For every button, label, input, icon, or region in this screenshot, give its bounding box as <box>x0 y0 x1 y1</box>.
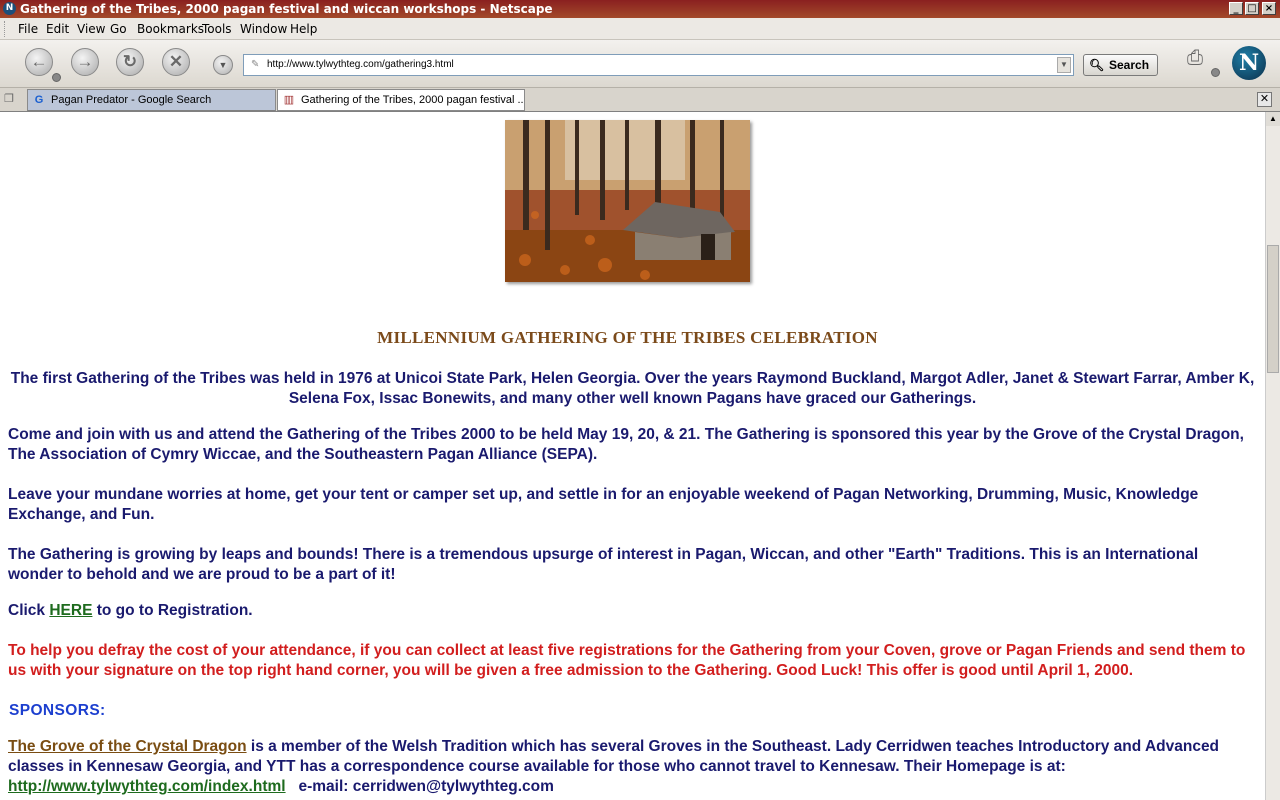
offer-paragraph: To help you defray the cost of your atte… <box>8 642 1246 679</box>
invite-paragraph: Come and join with us and attend the Gat… <box>8 426 1244 463</box>
registration-link[interactable]: HERE <box>49 602 92 619</box>
click-prefix: Click <box>8 602 50 619</box>
url-input[interactable]: http://www.tylwythteg.com/gathering3.htm… <box>267 59 454 70</box>
url-bar[interactable]: ✎ http://www.tylwythteg.com/gathering3.h… <box>243 54 1074 76</box>
window-title-bar: N Gathering of the Tribes, 2000 pagan fe… <box>0 0 1280 18</box>
scroll-thumb[interactable] <box>1267 245 1279 373</box>
search-button[interactable]: 🔍︎ Search <box>1083 54 1158 76</box>
menu-go[interactable]: Go <box>110 22 127 36</box>
scroll-up-icon[interactable]: ▲ <box>1266 112 1280 126</box>
tab-bar: ❐ G Pagan Predator - Google Search ▥ Gat… <box>0 88 1280 112</box>
email-text: e-mail: cerridwen@tylwythteg.com <box>285 778 554 795</box>
url-dropdown-icon[interactable]: ▼ <box>1057 57 1071 73</box>
google-favicon-icon: G <box>34 94 44 106</box>
page-favicon-icon: ▥ <box>283 94 295 106</box>
url-history-dropdown-icon[interactable]: ▼ <box>213 55 233 75</box>
menu-grip <box>4 21 8 37</box>
page-proxy-icon: ✎ <box>251 59 260 70</box>
menu-file[interactable]: File <box>18 22 38 36</box>
menu-bar: File Edit View Go Bookmarks Tools Window… <box>0 18 1280 40</box>
close-tab-icon[interactable]: ✕ <box>1257 92 1272 107</box>
stop-button[interactable]: ✕ <box>162 48 190 76</box>
menu-bookmarks[interactable]: Bookmarks <box>137 22 204 36</box>
window-title: Gathering of the Tribes, 2000 pagan fest… <box>20 2 553 16</box>
tab-gathering[interactable]: ▥ Gathering of the Tribes, 2000 pagan fe… <box>277 89 525 111</box>
menu-window[interactable]: Window <box>240 22 287 36</box>
homepage-link[interactable]: http://www.tylwythteg.com/index.html <box>8 778 286 795</box>
menu-edit[interactable]: Edit <box>46 22 69 36</box>
tab-list-icon[interactable]: ❐ <box>4 92 18 106</box>
menu-tools[interactable]: Tools <box>202 22 232 36</box>
forward-button[interactable]: → <box>71 48 99 76</box>
forest-cabin-illustration <box>505 120 750 282</box>
tab-label: Pagan Predator - Google Search <box>51 94 212 106</box>
vertical-scrollbar[interactable]: ▲ <box>1265 112 1280 800</box>
back-history-dropdown[interactable] <box>52 73 61 82</box>
search-button-label: Search <box>1109 58 1150 72</box>
registration-line: Click HERE to go to Registration. <box>8 601 1256 621</box>
grove-link[interactable]: The Grove of the Crystal Dragon <box>8 738 247 755</box>
back-button[interactable]: ← <box>25 48 53 76</box>
close-window-button[interactable]: × <box>1262 2 1276 15</box>
growth-paragraph: The Gathering is growing by leaps and bo… <box>8 546 1199 583</box>
print-dropdown[interactable] <box>1211 68 1220 77</box>
page-content: MILLENNIUM GATHERING OF THE TRIBES CELEB… <box>0 112 1265 800</box>
print-icon[interactable]: ⎙ <box>1181 47 1209 71</box>
forest-cabin-image <box>505 120 750 282</box>
maximize-button[interactable]: □ <box>1245 2 1259 15</box>
navigation-toolbar: ← → ↻ ✕ ▼ ✎ http://www.tylwythteg.com/ga… <box>0 40 1280 88</box>
menu-help[interactable]: Help <box>290 22 317 36</box>
netscape-logo-icon[interactable]: N <box>1232 46 1266 80</box>
search-icon: 🔍︎ <box>1089 58 1105 72</box>
menu-view[interactable]: View <box>77 22 105 36</box>
history-paragraph: The first Gathering of the Tribes was he… <box>10 370 1255 407</box>
netscape-app-icon: N <box>3 2 16 15</box>
weekend-paragraph: Leave your mundane worries at home, get … <box>8 486 1199 523</box>
tab-google-search[interactable]: G Pagan Predator - Google Search <box>27 89 276 111</box>
click-suffix: to go to Registration. <box>92 602 253 619</box>
sponsors-heading: SPONSORS: <box>9 702 106 719</box>
reload-button[interactable]: ↻ <box>116 48 144 76</box>
grove-paragraph: The Grove of the Crystal Dragon is a mem… <box>8 737 1256 797</box>
minimize-button[interactable]: _ <box>1229 2 1243 15</box>
tab-label: Gathering of the Tribes, 2000 pagan fest… <box>301 94 525 106</box>
page-heading: MILLENNIUM GATHERING OF THE TRIBES CELEB… <box>377 328 878 347</box>
